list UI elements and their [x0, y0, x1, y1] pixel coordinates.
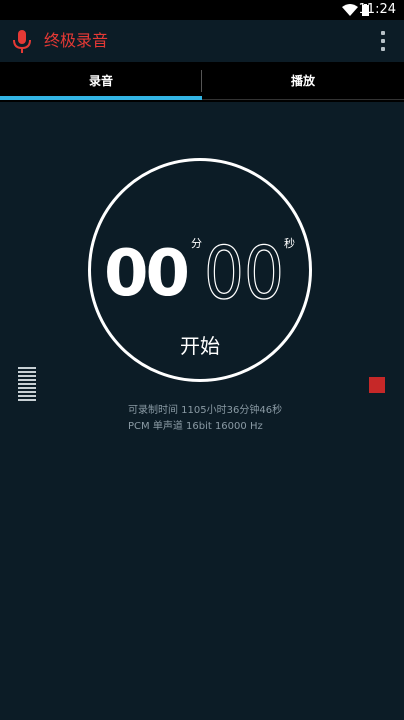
overflow-menu-icon: [381, 31, 385, 35]
timer-minutes: 00: [104, 237, 190, 311]
timer-seconds-text: 00: [204, 240, 284, 304]
tab-underline: [202, 99, 404, 100]
stop-button[interactable]: [369, 377, 385, 393]
status-bar: 11:24: [0, 0, 404, 20]
app-title: 终极录音: [44, 31, 109, 50]
audio-format-text: PCM 单声道 16bit 16000 Hz: [128, 421, 263, 432]
start-label: 开始: [180, 334, 220, 358]
timer-seconds-unit: 秒: [284, 237, 295, 250]
remaining-time-text: 可录制时间 1105小时36分钟46秒: [128, 405, 283, 416]
tab-indicator: [0, 96, 202, 100]
microphone-icon: [13, 30, 31, 53]
overflow-menu-button[interactable]: [372, 28, 394, 54]
timer-minutes-unit: 分: [191, 237, 202, 250]
action-bar: 终极录音: [0, 20, 404, 62]
timer-seconds: 00: [204, 240, 285, 304]
level-meter-icon: [18, 367, 36, 403]
screen: 11:24 终极录音 录音 播放 00 分 00 秒 开始 可录制时间 1105…: [0, 0, 404, 720]
status-time: 11:24: [358, 2, 396, 17]
wifi-icon: [342, 4, 358, 16]
tab-play[interactable]: 播放: [202, 62, 404, 102]
